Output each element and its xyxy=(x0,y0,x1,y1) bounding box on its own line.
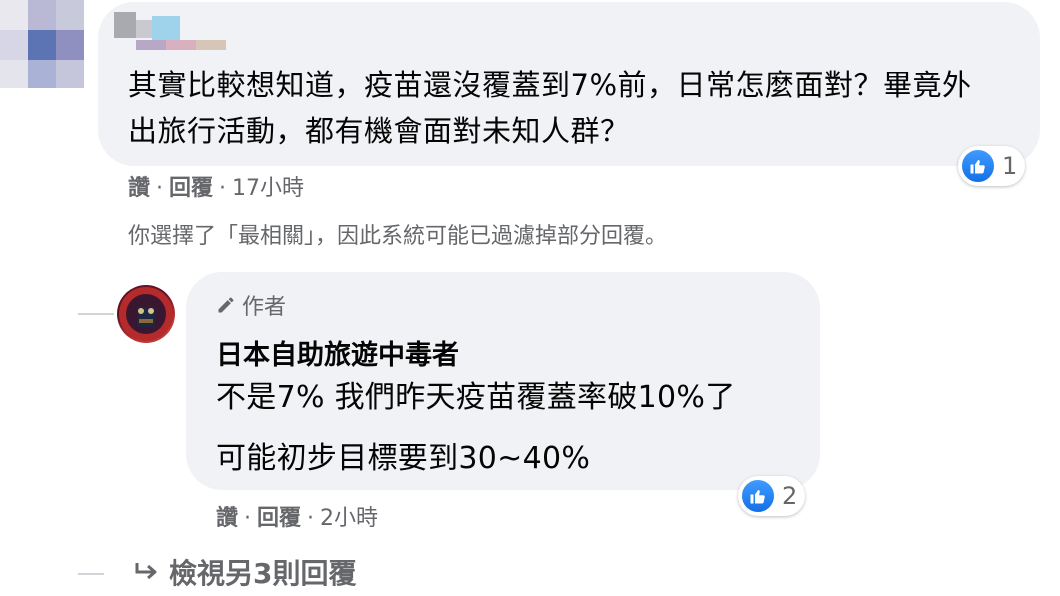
comment-reactions[interactable]: 1 xyxy=(958,146,1026,186)
comment-timestamp[interactable]: 17小時 xyxy=(232,176,304,201)
author-badge: 作者 xyxy=(216,289,286,321)
reply-text-line-2: 可能初步目標要到30~40% xyxy=(216,441,591,476)
reply-reactions[interactable]: 2 xyxy=(738,476,806,516)
commenter-avatar[interactable] xyxy=(0,0,84,88)
comment-actions: 讚 · 回覆 · 17小時 xyxy=(128,170,304,202)
like-button[interactable]: 讚 xyxy=(128,176,150,201)
author-avatar[interactable] xyxy=(117,285,175,343)
separator-dot: · xyxy=(244,506,252,531)
filter-note: 你選擇了「最相關」，因此系統可能已過濾掉部分回覆。 xyxy=(128,224,668,249)
author-badge-label: 作者 xyxy=(242,295,287,320)
reply-author-name[interactable]: 日本自助旅遊中毒者 xyxy=(216,333,459,372)
reply-button[interactable]: 回覆 xyxy=(257,506,301,531)
reply-actions: 讚 · 回覆 · 2小時 xyxy=(216,500,378,532)
separator-dot: · xyxy=(307,506,315,531)
separator-dot: · xyxy=(219,176,227,201)
like-button[interactable]: 讚 xyxy=(216,506,238,531)
reaction-count: 2 xyxy=(782,482,798,510)
like-icon xyxy=(960,148,996,184)
view-more-replies-button[interactable]: 檢視另3則回覆 xyxy=(133,552,356,592)
like-icon xyxy=(740,478,776,514)
reply-text-line-1: 不是7% 我們昨天疫苗覆蓋率破10%了 xyxy=(216,380,736,415)
reply-timestamp[interactable]: 2小時 xyxy=(320,506,378,531)
reply-button[interactable]: 回覆 xyxy=(169,176,213,201)
pencil-icon xyxy=(216,295,236,315)
reaction-count: 1 xyxy=(1002,152,1018,180)
comment-text: 其實比較想知道，疫苗還沒覆蓋到7%前，日常怎麼面對？畢竟外出旅行活動，都有機會面… xyxy=(128,68,972,148)
separator-dot: · xyxy=(156,176,164,201)
commenter-name-blurred[interactable] xyxy=(114,12,226,54)
reply-arrow-icon xyxy=(133,561,159,583)
view-more-label: 檢視另3則回覆 xyxy=(169,557,357,590)
thread-connector xyxy=(78,313,114,315)
thread-connector xyxy=(78,573,104,575)
